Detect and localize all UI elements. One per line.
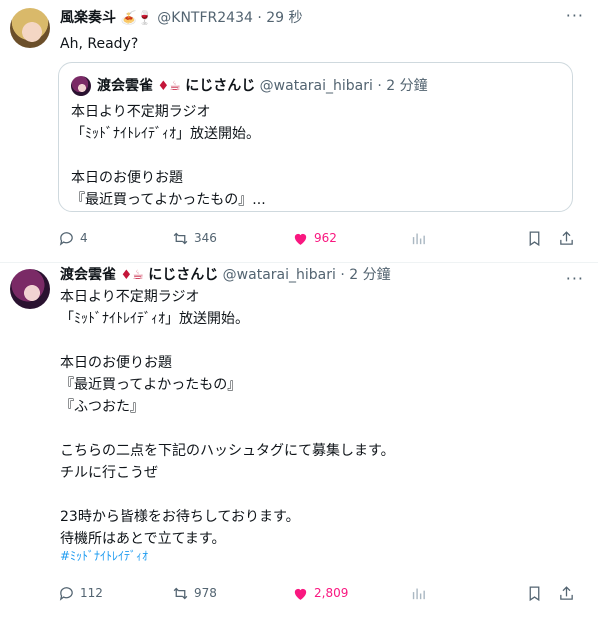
avatar[interactable]: [10, 8, 50, 48]
timestamp: 2 分鐘: [386, 78, 428, 94]
quote-header: 渡会雲雀 ♦☕ にじさんじ @watarai_hibari · 2 分鐘: [97, 77, 428, 96]
handle: @watarai_hibari: [259, 78, 373, 94]
tweet-text: 本日より不定期ラジオ 「ﾐｯﾄﾞﾅｲﾄﾚｲﾃﾞｨｵ」放送開始。 本日のお便りお題…: [60, 289, 395, 547]
display-name[interactable]: 渡会雲雀: [60, 267, 116, 283]
retweet-button[interactable]: 978: [172, 583, 217, 603]
reply-icon: [59, 231, 73, 246]
more-icon[interactable]: ···: [566, 271, 584, 287]
like-button[interactable]: 2,809: [292, 583, 348, 603]
timestamp[interactable]: 29 秒: [266, 10, 302, 26]
action-bar: 4 346 962: [58, 228, 584, 248]
like-button[interactable]: 962: [292, 228, 337, 248]
handle[interactable]: @KNTFR2434: [157, 10, 253, 26]
retweet-count: 346: [194, 231, 217, 245]
retweet-count: 978: [194, 586, 217, 600]
share-icon: [560, 230, 573, 245]
hashtag-link[interactable]: #ﾐｯﾄﾞﾅｲﾄﾚｲﾃﾞｨｵ: [60, 547, 148, 564]
tweet-1[interactable]: 風楽奏斗 🍝🍷 @KNTFR2434 · 29 秒 ··· Ah, Ready?…: [0, 0, 598, 263]
tweet-header: 風楽奏斗 🍝🍷 @KNTFR2434 · 29 秒: [60, 9, 558, 28]
name-emoji: ♦☕: [120, 268, 144, 283]
avatar[interactable]: [71, 76, 91, 96]
reply-count: 4: [80, 231, 88, 245]
name-emoji: ♦☕: [157, 79, 181, 94]
reply-icon: [59, 586, 73, 601]
bookmark-button[interactable]: [526, 228, 543, 248]
views-icon: [412, 588, 425, 599]
more-icon[interactable]: ···: [566, 8, 584, 24]
separator: ·: [377, 78, 382, 94]
views-icon: [412, 233, 425, 244]
separator: ·: [340, 267, 345, 283]
avatar[interactable]: [10, 269, 50, 309]
retweet-button[interactable]: 346: [172, 228, 217, 248]
tweet-header: 渡会雲雀 ♦☕ にじさんじ @watarai_hibari · 2 分鐘: [60, 266, 558, 285]
bookmark-button[interactable]: [526, 583, 543, 603]
heart-icon: [294, 233, 307, 245]
share-icon: [560, 585, 573, 600]
like-count: 962: [314, 231, 337, 245]
quoted-tweet[interactable]: 渡会雲雀 ♦☕ にじさんじ @watarai_hibari · 2 分鐘 本日よ…: [58, 62, 573, 212]
tweet-text: Ah, Ready?: [60, 36, 139, 52]
reply-button[interactable]: 4: [58, 228, 88, 248]
display-name[interactable]: 風楽奏斗: [60, 10, 116, 26]
action-bar: 112 978 2,809: [58, 583, 584, 603]
heart-icon: [294, 588, 307, 600]
views-button[interactable]: [410, 583, 427, 603]
retweet-icon: [173, 587, 188, 599]
timestamp[interactable]: 2 分鐘: [349, 267, 390, 283]
views-button[interactable]: [410, 228, 427, 248]
handle[interactable]: @watarai_hibari: [223, 267, 336, 283]
name-suffix[interactable]: にじさんじ: [148, 267, 218, 283]
tweet-2[interactable]: 渡会雲雀 ♦☕ にじさんじ @watarai_hibari · 2 分鐘 ···…: [0, 263, 598, 617]
retweet-icon: [173, 232, 188, 244]
quote-text: 本日より不定期ラジオ 「ﾐｯﾄﾞﾅｲﾄﾚｲﾃﾞｨｵ」放送開始。 本日のお便りお題…: [71, 104, 266, 208]
reply-count: 112: [80, 586, 103, 600]
reply-button[interactable]: 112: [58, 583, 103, 603]
name-suffix: にじさんじ: [185, 78, 256, 94]
display-name: 渡会雲雀: [97, 78, 153, 94]
name-emoji: 🍝🍷: [120, 11, 153, 26]
share-button[interactable]: [558, 228, 575, 248]
share-button[interactable]: [558, 583, 575, 603]
bookmark-icon: [529, 230, 540, 246]
bookmark-icon: [529, 585, 540, 601]
separator: ·: [257, 10, 262, 26]
like-count: 2,809: [314, 586, 349, 600]
